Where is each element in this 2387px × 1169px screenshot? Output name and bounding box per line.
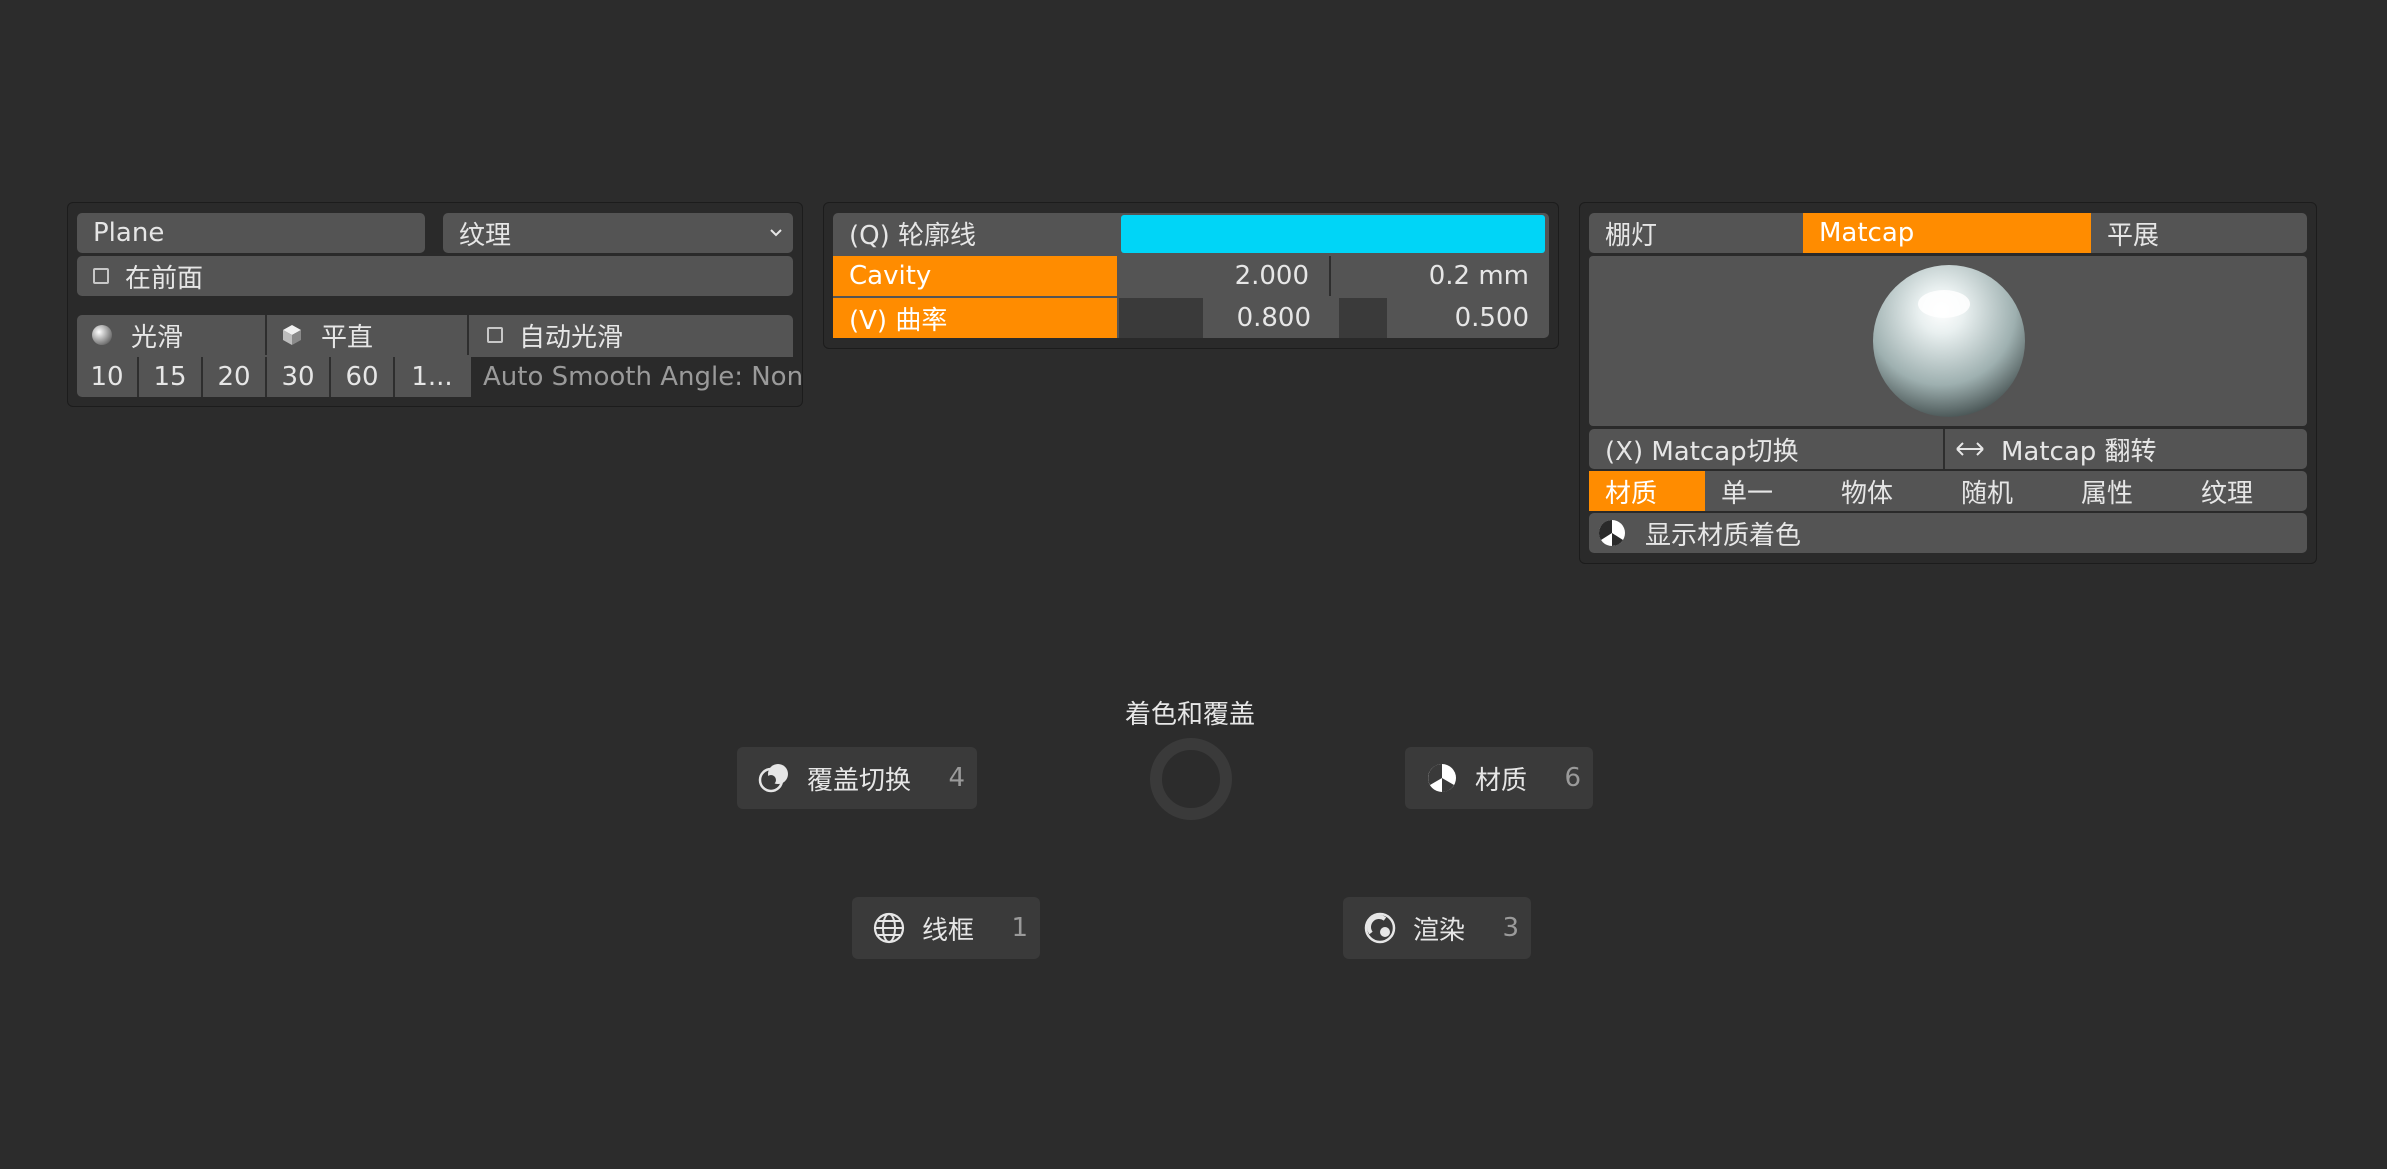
curvature-slider-fill-2 [1339,298,1387,338]
tab-studio[interactable]: 棚灯 [1589,213,1803,253]
outline-color-swatch[interactable] [1121,215,1545,253]
outline-toggle[interactable]: (Q) 轮廓线 [833,213,1117,253]
auto-smooth-angle-text: Auto Smooth Angle: None [471,357,801,397]
cavity-value-2[interactable]: 0.2 mm [1331,256,1549,296]
object-name-value: Plane [93,218,165,248]
pie-menu-title: 着色和覆盖 [1124,700,1255,730]
angle-button-more[interactable]: 1... [395,357,469,397]
rendered-icon [1363,911,1397,945]
cavity-value-1[interactable]: 2.000 [1119,256,1331,296]
cavity-value-1-text: 2.000 [1234,261,1309,291]
auto-smooth-angle-label: Auto Smooth Angle: None [483,362,801,392]
outline-label: (Q) 轮廓线 [849,220,977,251]
material-icon [1425,761,1459,795]
flip-arrows-icon [1955,440,1985,458]
auto-smooth-checkbox[interactable]: 自动光滑 [471,315,793,355]
matcap-toggle-label: (X) Matcap切换 [1605,436,1799,467]
cavity-value-2-text: 0.2 mm [1428,261,1529,291]
matcap-flip-label: Matcap 翻转 [2001,436,2157,467]
viewport-display-panel: Plane 纹理 在前面 光滑 平直 自动光滑 10 15 20 30 60 1… [67,202,803,407]
object-name-field[interactable]: Plane [77,213,425,253]
curvature-label: (V) 曲率 [849,305,948,336]
texture-dropdown[interactable]: 纹理 [443,213,793,253]
angle-label: 10 [90,362,124,392]
pie-item-label: 覆盖切换 [807,765,912,796]
angle-label: 60 [345,362,379,392]
angle-label: 1... [411,362,453,392]
smooth-shading-button[interactable]: 光滑 [77,315,267,355]
angle-label: 15 [153,362,187,392]
smooth-sphere-icon [91,324,113,346]
angle-button-10[interactable]: 10 [77,357,139,397]
auto-smooth-label: 自动光滑 [519,322,624,353]
show-material-label: 显示材质着色 [1645,520,1802,551]
flat-shading-label: 平直 [321,322,374,353]
tab-matcap-label: Matcap [1819,218,1915,248]
auto-smooth-checkbox-box[interactable] [487,327,503,343]
texture-dropdown-value: 纹理 [459,220,512,251]
in-front-label: 在前面 [125,263,204,294]
tab-color-label: 属性 [2081,478,2134,509]
tab-color-label: 纹理 [2201,478,2254,509]
pie-item-material[interactable]: 材质 6 [1405,747,1593,809]
pie-item-hotkey: 3 [1502,913,1519,943]
in-front-checkbox[interactable]: 在前面 [77,256,793,296]
curvature-toggle[interactable]: (V) 曲率 [833,298,1117,338]
lighting-panel: 棚灯 Matcap 平展 (X) Matcap切换 Matcap 翻转 材质 单… [1579,202,2317,564]
tab-color-label: 物体 [1841,478,1894,509]
curvature-value-1[interactable]: 0.800 [1203,298,1331,338]
flat-cube-icon [281,324,303,346]
smooth-shading-label: 光滑 [131,322,184,353]
show-material-shading-button[interactable]: 显示材质着色 [1589,513,2307,553]
tab-studio-label: 棚灯 [1605,220,1658,251]
curvature-value-1-text: 0.800 [1236,303,1311,333]
matcap-flip-button[interactable]: Matcap 翻转 [1947,429,2307,469]
material-ball-icon [1597,518,1627,548]
tab-color-label: 随机 [1961,478,2014,509]
pie-item-label: 线框 [922,915,975,946]
chevron-down-icon [767,223,785,241]
overlay-icon [757,761,791,795]
viewport-effects-panel: (Q) 轮廓线 Cavity 2.000 0.2 mm (V) 曲率 0.800… [823,202,1559,349]
wireframe-icon [872,911,906,945]
pie-item-label: 材质 [1475,765,1528,796]
tab-color-label: 材质 [1605,478,1658,509]
angle-label: 30 [281,362,315,392]
pie-item-overlay-toggle[interactable]: 覆盖切换 4 [737,747,977,809]
cavity-label: Cavity [849,261,932,291]
flat-shading-button[interactable]: 平直 [267,315,469,355]
tab-color-single[interactable]: 单一 [1705,471,1825,511]
tab-color-attribute[interactable]: 属性 [2065,471,2185,511]
angle-button-30[interactable]: 30 [267,357,331,397]
tab-color-material[interactable]: 材质 [1589,471,1705,511]
tab-flat[interactable]: 平展 [2091,213,2307,253]
pie-item-wireframe[interactable]: 线框 1 [852,897,1040,959]
tab-color-random[interactable]: 随机 [1945,471,2065,511]
tab-flat-label: 平展 [2107,220,2160,251]
pie-item-hotkey: 6 [1564,763,1581,793]
curvature-value-2-text: 0.500 [1454,303,1529,333]
pie-item-label: 渲染 [1413,915,1466,946]
angle-button-15[interactable]: 15 [139,357,203,397]
tab-color-label: 单一 [1721,478,1774,509]
pie-item-hotkey: 1 [1011,913,1028,943]
tab-color-object[interactable]: 物体 [1825,471,1945,511]
tab-color-texture[interactable]: 纹理 [2185,471,2307,511]
cavity-toggle[interactable]: Cavity [833,256,1117,296]
curvature-slider-fill-1 [1119,298,1203,338]
angle-label: 20 [217,362,251,392]
pie-item-hotkey: 4 [948,763,965,793]
angle-button-20[interactable]: 20 [203,357,267,397]
tab-matcap[interactable]: Matcap [1803,213,2091,253]
matcap-toggle-button[interactable]: (X) Matcap切换 [1589,429,1945,469]
curvature-value-2[interactable]: 0.500 [1387,298,1549,338]
in-front-checkbox-box[interactable] [93,268,109,284]
angle-button-60[interactable]: 60 [331,357,395,397]
pie-item-rendered[interactable]: 渲染 3 [1343,897,1531,959]
matcap-sphere-preview[interactable] [1872,264,2026,418]
pie-menu-center-ring [1150,738,1232,820]
